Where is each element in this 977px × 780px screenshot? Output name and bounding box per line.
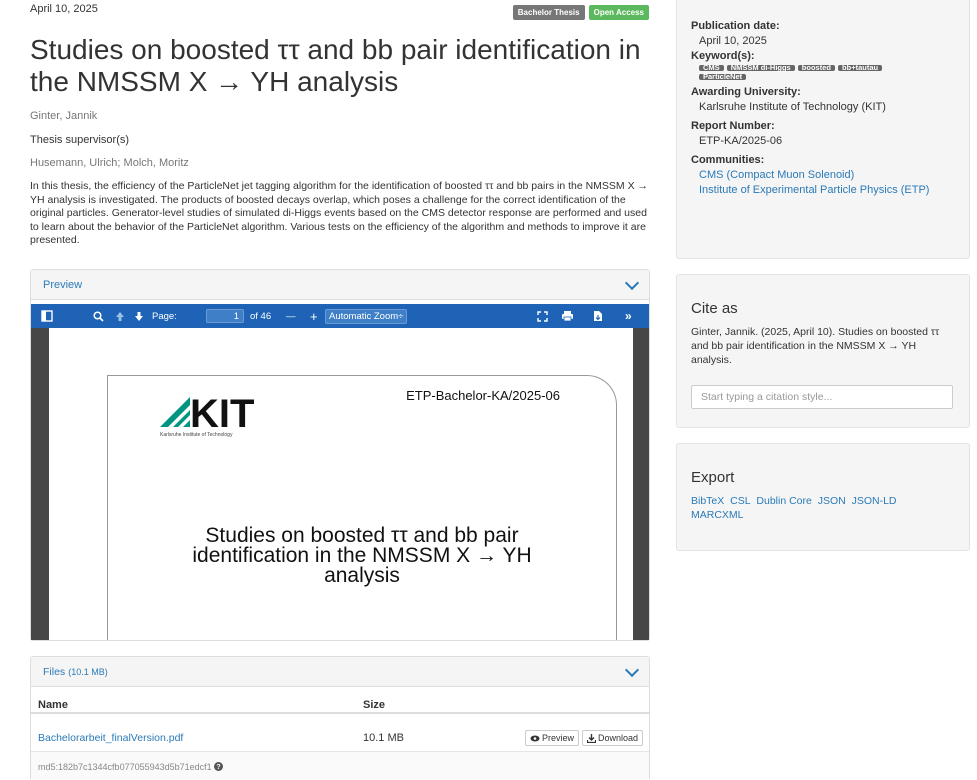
file-preview-label: Preview — [541, 733, 574, 743]
download-icon — [586, 733, 596, 743]
export-format-list: BibTeX CSL Dublin Core JSON JSON-LD MARC… — [691, 494, 941, 522]
keyword-tag[interactable]: CMS — [699, 64, 724, 71]
table-row: Bachelorarbeit_finalVersion.pdf 10.1 MB … — [31, 723, 649, 751]
file-checksum: md5:182b7c1344cfb077055943d5b71edcf1 ? — [38, 762, 224, 772]
community-link-cms[interactable]: CMS (Compact Muon Solenoid) — [699, 169, 854, 181]
publication-date-label: Publication date: — [691, 20, 780, 32]
university-label: Awarding University: — [691, 86, 801, 98]
file-download-label: Download — [597, 733, 638, 743]
resource-type-badge: Bachelor Thesis — [512, 5, 585, 20]
pdf-page: KIT Karlsruhe Institute of Technology ET… — [49, 328, 633, 640]
metadata-box: Publication date: April 10, 2025 Keyword… — [676, 0, 970, 259]
file-download-button[interactable]: Download — [581, 730, 643, 746]
sidebar-toggle-icon[interactable] — [41, 304, 53, 328]
export-json-ld-link[interactable]: JSON-LD — [852, 495, 897, 507]
preview-heading[interactable]: Preview — [43, 279, 82, 291]
pdf-viewport[interactable]: KIT Karlsruhe Institute of Technology ET… — [31, 328, 649, 640]
keyword-tag[interactable]: bb+tautau — [838, 64, 883, 71]
publication-date: April 10, 2025 — [30, 3, 98, 15]
column-header-size: Size — [363, 699, 386, 711]
citation-text: Ginter, Jannik. (2025, April 10). Studie… — [691, 326, 940, 366]
page-number-container: 1 — [206, 304, 244, 328]
export-json-link[interactable]: JSON — [818, 495, 846, 507]
file-name-link[interactable]: Bachelorarbeit_finalVersion.pdf — [38, 732, 183, 744]
file-actions: Preview Download — [524, 730, 643, 746]
supervisor-names: Husemann, Ulrich; Molch, Moritz — [30, 157, 189, 169]
cite-heading: Cite as — [691, 300, 738, 317]
svg-text:?: ? — [217, 764, 221, 771]
report-number-label: Report Number: — [691, 120, 775, 132]
report-number-on-page: ETP-Bachelor-KA/2025-06 — [406, 388, 560, 403]
record-badges: Bachelor Thesis Open Access — [512, 5, 649, 20]
keyword-list: CMS NMSSM di-Higgs boosted bb+tautau Par… — [699, 64, 929, 83]
file-checksum-row: md5:182b7c1344cfb077055943d5b71edcf1 ? — [31, 751, 649, 780]
cite-box: Cite as Ginter, Jannik. (2025, April 10)… — [676, 274, 970, 428]
files-header[interactable]: Files (10.1 MB) — [31, 657, 649, 687]
column-header-name: Name — [38, 699, 68, 711]
chevron-down-icon[interactable] — [624, 662, 640, 677]
files-panel: Files (10.1 MB) Name Size Bachelorarbeit… — [30, 656, 650, 780]
eye-icon — [530, 735, 540, 741]
previous-page-icon[interactable] — [115, 304, 125, 328]
files-total-size: (10.1 MB) — [68, 666, 108, 677]
page-number-input[interactable]: 1 — [206, 309, 244, 323]
zoom-select-value: Automatic Zoom — [329, 310, 399, 322]
keyword-tag[interactable]: ParticleNet — [699, 73, 747, 80]
zoom-in-button[interactable]: + — [310, 304, 318, 328]
zoom-select-arrow: ÷ — [398, 310, 404, 322]
export-box: Export BibTeX CSL Dublin Core JSON JSON-… — [676, 443, 970, 551]
kit-logo-subtitle: Karlsruhe Institute of Technology — [160, 432, 233, 438]
file-checksum-text: md5:182b7c1344cfb077055943d5b71edcf1 — [38, 762, 212, 772]
export-dublin-core-link[interactable]: Dublin Core — [756, 495, 811, 507]
kit-logo: KIT — [160, 390, 272, 436]
export-marcxml-link[interactable]: MARCXML — [691, 509, 744, 521]
page-label: Page: — [152, 310, 177, 322]
pdf-toolbar: Page: 1 of 46 — + Automatic Zoom÷ » — [31, 304, 649, 328]
kit-logo-text: KIT — [190, 392, 254, 428]
keyword-tag[interactable]: boosted — [797, 64, 835, 71]
record-abstract: In this thesis, the efficiency of the Pa… — [30, 180, 649, 247]
preview-panel: Preview Page: 1 of 46 — + Automatic Zoom… — [30, 269, 650, 641]
keyword-tag[interactable]: NMSSM di-Higgs — [726, 64, 795, 71]
pdf-title-line: Studies on boosted ττ and bb pair — [205, 524, 519, 547]
report-number-value: ETP-KA/2025-06 — [699, 135, 783, 147]
search-icon[interactable] — [93, 304, 104, 328]
print-icon[interactable] — [561, 304, 574, 328]
files-table-header: Name Size — [31, 688, 649, 714]
pdf-title-line: identification in the NMSSM X → YH — [192, 544, 532, 567]
page-count: of 46 — [250, 310, 272, 322]
citation-style-input[interactable]: Start typing a citation style... — [691, 385, 953, 409]
export-heading: Export — [691, 469, 735, 486]
title-page-frame: KIT Karlsruhe Institute of Technology ET… — [107, 375, 617, 640]
university-value: Karlsruhe Institute of Technology (KIT) — [699, 101, 886, 113]
zoom-out-button[interactable]: — — [286, 304, 296, 328]
file-size: 10.1 MB — [363, 732, 404, 744]
files-heading-container[interactable]: Files (10.1 MB) — [43, 666, 108, 678]
chevron-down-icon[interactable] — [624, 275, 640, 290]
zoom-select[interactable]: Automatic Zoom÷ — [325, 304, 408, 328]
preview-header[interactable]: Preview — [31, 270, 649, 300]
record-authors: Ginter, Jannik — [30, 110, 98, 122]
export-csl-link[interactable]: CSL — [730, 495, 750, 507]
export-bibtex-link[interactable]: BibTeX — [691, 495, 724, 507]
files-heading[interactable]: Files — [43, 666, 65, 678]
keywords-label: Keyword(s): — [691, 50, 755, 62]
help-icon[interactable]: ? — [214, 762, 224, 771]
pdf-document-title: Studies on boosted ττ and bb pair identi… — [108, 524, 616, 587]
download-pdf-icon[interactable] — [593, 304, 603, 328]
publication-date-value: April 10, 2025 — [699, 35, 767, 47]
community-link-etp[interactable]: Institute of Experimental Particle Physi… — [699, 184, 929, 196]
next-page-icon[interactable] — [134, 304, 144, 328]
more-tools-icon[interactable]: » — [625, 304, 632, 328]
access-badge: Open Access — [588, 5, 649, 20]
supervisor-label: Thesis supervisor(s) — [30, 134, 130, 146]
pdf-title-line: analysis — [324, 564, 400, 587]
record-title: Studies on boosted ττ and bb pair identi… — [30, 34, 641, 97]
file-preview-button[interactable]: Preview — [524, 730, 579, 746]
communities-label: Communities: — [691, 154, 765, 166]
fullscreen-icon[interactable] — [537, 304, 548, 328]
